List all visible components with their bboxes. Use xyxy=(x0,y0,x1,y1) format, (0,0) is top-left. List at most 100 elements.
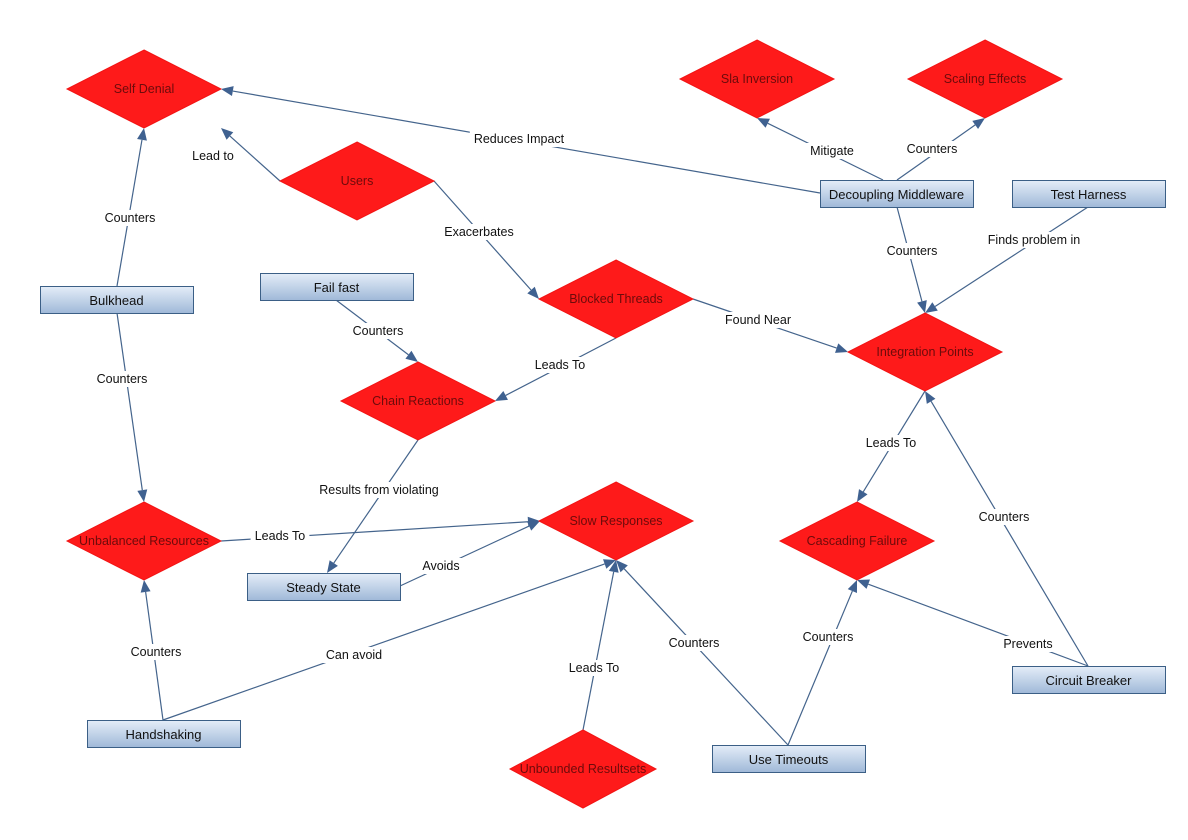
problem-node-blocked-threads[interactable]: Blocked Threads xyxy=(537,259,695,339)
edge-test-harness-to-integration-points[interactable] xyxy=(925,206,1089,313)
arrowhead-icon xyxy=(857,579,870,589)
problem-node-unbalanced-resources[interactable]: Unbalanced Resources xyxy=(65,501,223,581)
edge-label-text: Counters xyxy=(131,645,182,659)
pattern-node-handshaking[interactable]: Handshaking xyxy=(87,720,241,748)
edge-label-text: Found Near xyxy=(725,313,791,327)
problem-node-cascading-failure[interactable]: Cascading Failure xyxy=(778,501,936,581)
edge-label-text: Leads To xyxy=(866,436,917,450)
edge-label: Counters xyxy=(100,210,160,226)
arrowhead-icon xyxy=(140,580,151,593)
pattern-node-bulkhead[interactable]: Bulkhead xyxy=(40,286,194,314)
edge-circuit-breaker-to-integration-points[interactable] xyxy=(925,391,1089,667)
edge-label: Leads To xyxy=(861,435,921,451)
arrowhead-icon xyxy=(917,300,927,313)
edge-unbounded-resultsets-to-slow-responses[interactable] xyxy=(582,560,619,731)
edge-label: Results from violating xyxy=(303,482,455,498)
edge-label: Counters xyxy=(902,141,962,157)
edge-label-text: Counters xyxy=(105,211,156,225)
node-label: Test Harness xyxy=(1051,187,1127,202)
pattern-node-decoupling-middleware[interactable]: Decoupling Middleware xyxy=(820,180,974,208)
edge-bulkhead-to-self-denial[interactable] xyxy=(116,128,147,287)
edge-label-text: Leads To xyxy=(569,661,620,675)
edge-decoupling-middleware-to-integration-points[interactable] xyxy=(896,206,927,313)
edge-line xyxy=(333,439,419,564)
problem-node-scaling-effects[interactable]: Scaling Effects xyxy=(906,39,1064,119)
edge-label-text: Results from violating xyxy=(319,483,439,497)
problem-node-integration-points[interactable]: Integration Points xyxy=(846,312,1004,392)
edge-line xyxy=(934,206,1089,307)
edge-label: Leads To xyxy=(530,357,590,373)
edge-line xyxy=(868,583,1089,667)
arrowhead-icon xyxy=(405,350,418,362)
edge-label-text: Finds problem in xyxy=(988,233,1080,247)
node-label: Decoupling Middleware xyxy=(829,187,964,202)
edge-line xyxy=(787,590,853,746)
node-label: Fail fast xyxy=(314,280,360,295)
arrowhead-icon xyxy=(137,128,147,141)
node-label: Sla Inversion xyxy=(721,72,793,86)
edge-label-text: Reduces Impact xyxy=(474,132,565,146)
edge-label: Counters xyxy=(974,509,1034,525)
edge-line xyxy=(116,312,143,491)
problem-node-slow-responses[interactable]: Slow Responses xyxy=(537,481,695,561)
edge-use-timeouts-to-cascading-failure[interactable] xyxy=(787,580,857,746)
arrowhead-icon xyxy=(221,86,234,96)
edge-label-text: Exacerbates xyxy=(444,225,513,239)
edge-chain-reactions-to-steady-state[interactable] xyxy=(327,439,419,573)
arrowhead-icon xyxy=(847,580,857,593)
node-label: Steady State xyxy=(286,580,360,595)
edge-steady-state-to-slow-responses[interactable] xyxy=(399,521,540,587)
arrowhead-icon xyxy=(857,489,868,502)
edge-line xyxy=(582,571,615,731)
pattern-node-fail-fast[interactable]: Fail fast xyxy=(260,273,414,301)
edge-label-text: Counters xyxy=(97,372,148,386)
edge-label-text: Avoids xyxy=(422,559,459,573)
arrowhead-icon xyxy=(835,343,848,353)
node-label: Cascading Failure xyxy=(807,534,908,548)
edge-line xyxy=(623,568,789,746)
arrowhead-icon xyxy=(137,489,148,502)
edge-use-timeouts-to-slow-responses[interactable] xyxy=(616,560,789,746)
pattern-node-test-harness[interactable]: Test Harness xyxy=(1012,180,1166,208)
problem-node-users[interactable]: Users xyxy=(278,141,436,221)
arrowhead-icon xyxy=(925,302,938,313)
problem-node-sla-inversion[interactable]: Sla Inversion xyxy=(678,39,836,119)
edge-label-text: Lead to xyxy=(192,149,234,163)
pattern-node-use-timeouts[interactable]: Use Timeouts xyxy=(712,745,866,773)
edge-circuit-breaker-to-cascading-failure[interactable] xyxy=(857,579,1089,667)
node-label: Blocked Threads xyxy=(569,292,663,306)
edge-label: Can avoid xyxy=(321,647,387,663)
node-label: Slow Responses xyxy=(569,514,662,528)
node-label: Use Timeouts xyxy=(749,752,829,767)
edge-label: Counters xyxy=(92,371,152,387)
edge-label: Leads To xyxy=(564,660,624,676)
edge-label-text: Prevents xyxy=(1003,637,1052,651)
edge-label-text: Counters xyxy=(979,510,1030,524)
node-label: Users xyxy=(341,174,374,188)
edge-line xyxy=(399,525,530,587)
edge-label-text: Can avoid xyxy=(326,648,382,662)
node-label: Bulkhead xyxy=(89,293,143,308)
problem-node-self-denial[interactable]: Self Denial xyxy=(65,49,223,129)
edge-label: Finds problem in xyxy=(978,232,1090,248)
problem-node-unbounded-resultsets[interactable]: Unbounded Resultsets xyxy=(508,729,658,809)
edge-label: Leads To xyxy=(250,528,310,544)
pattern-node-circuit-breaker[interactable]: Circuit Breaker xyxy=(1012,666,1166,694)
arrowhead-icon xyxy=(925,391,936,404)
edge-label: Found Near xyxy=(722,312,794,328)
edge-label: Mitigate xyxy=(802,143,862,159)
edge-label: Avoids xyxy=(418,558,464,574)
edge-bulkhead-to-unbalanced-resources[interactable] xyxy=(116,312,148,502)
edge-label: Exacerbates xyxy=(439,224,519,240)
edge-label: Prevents xyxy=(998,636,1058,652)
pattern-node-steady-state[interactable]: Steady State xyxy=(247,573,401,601)
edge-line xyxy=(930,401,1089,667)
edge-label-text: Counters xyxy=(907,142,958,156)
diagram-canvas: Self Denial Users Sla Inversion Scaling Eff… xyxy=(40,39,1166,809)
edge-label: Counters xyxy=(882,243,942,259)
node-label: Integration Points xyxy=(876,345,973,359)
node-label: Handshaking xyxy=(126,727,202,742)
problem-node-chain-reactions[interactable]: Chain Reactions xyxy=(339,361,497,441)
edge-label: Counters xyxy=(664,635,724,651)
edge-label: Counters xyxy=(348,323,408,339)
